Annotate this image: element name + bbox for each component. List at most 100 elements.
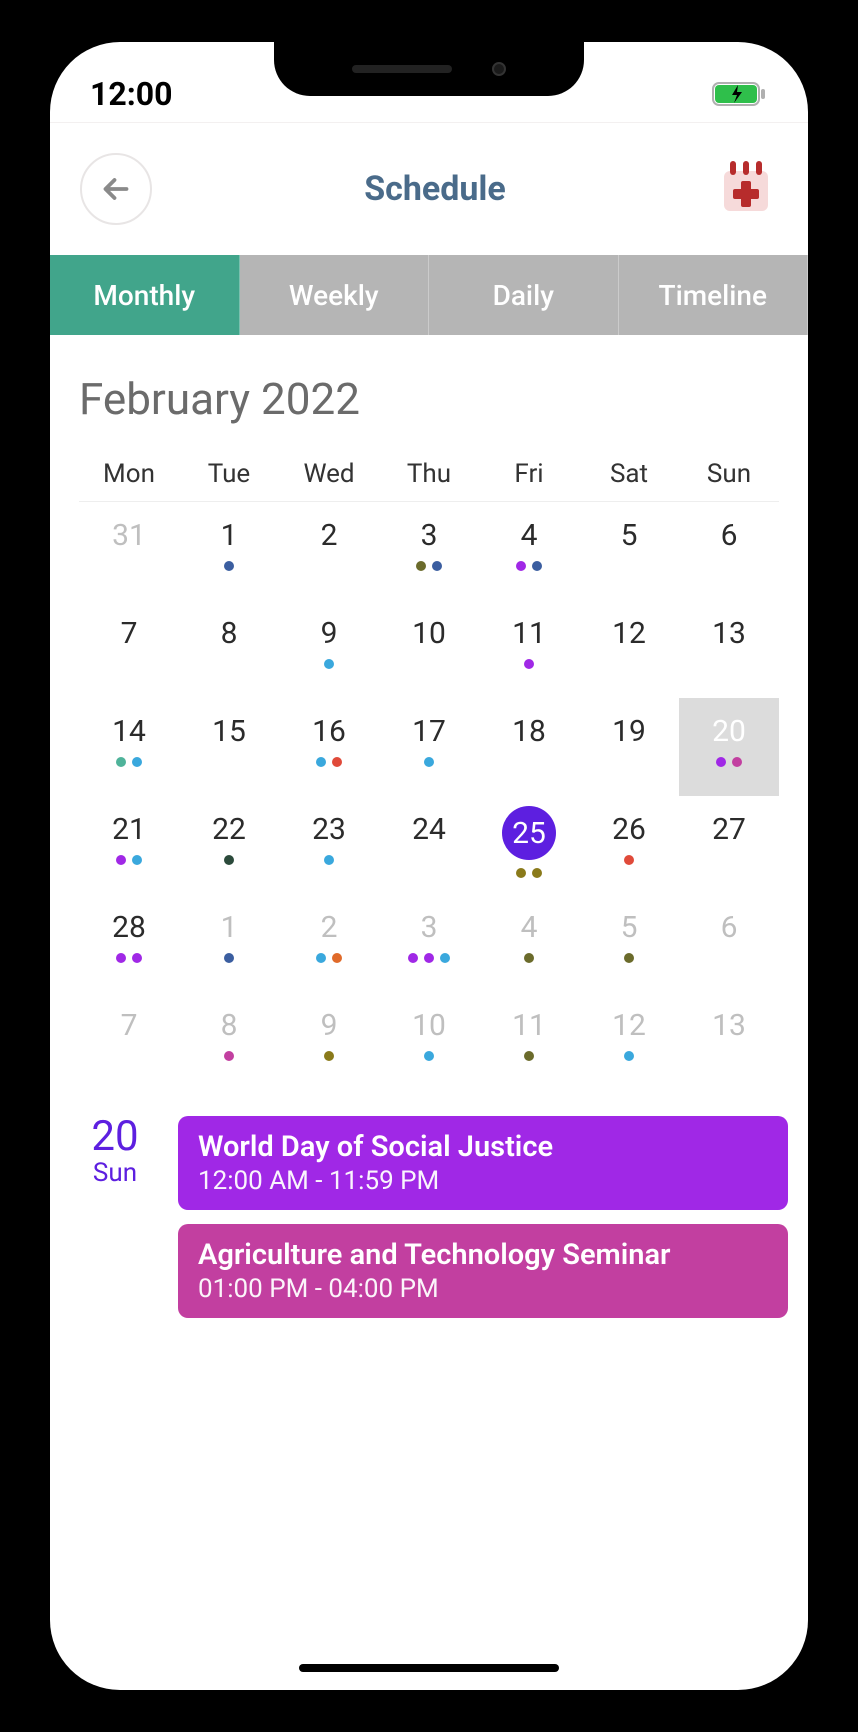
calendar-day[interactable]: 27 [679,796,779,894]
day-number: 13 [712,616,746,651]
back-button[interactable] [80,153,152,225]
calendar-day[interactable]: 2 [279,502,379,600]
event-dots [408,953,450,963]
calendar-day[interactable]: 25 [479,796,579,894]
day-number: 10 [412,616,446,651]
add-event-button[interactable] [718,159,778,219]
calendar-day[interactable]: 23 [279,796,379,894]
event-dots [716,757,742,767]
calendar-day[interactable]: 15 [179,698,279,796]
day-number: 3 [421,518,438,553]
event-dots [524,1051,534,1061]
calendar-day[interactable]: 12 [579,600,679,698]
calendar-day[interactable]: 31 [79,502,179,600]
calendar-day[interactable]: 3 [379,502,479,600]
calendar-day[interactable]: 10 [379,992,479,1090]
events-list: World Day of Social Justice12:00 AM - 11… [178,1116,788,1318]
calendar-day[interactable]: 4 [479,894,579,992]
calendar-day[interactable]: 5 [579,894,679,992]
calendar-day[interactable]: 6 [679,894,779,992]
event-dots [116,757,142,767]
event-dots [516,868,542,878]
calendar-day[interactable]: 6 [679,502,779,600]
day-number: 10 [412,1008,446,1043]
day-number: 16 [312,714,346,749]
event-dots [116,953,142,963]
calendar-day[interactable]: 18 [479,698,579,796]
day-number: 13 [712,1008,746,1043]
calendar-day[interactable]: 9 [279,992,379,1090]
event-time: 01:00 PM - 04:00 PM [198,1274,768,1304]
calendar-day[interactable]: 14 [79,698,179,796]
event-dot [132,953,142,963]
day-number: 1 [221,910,238,945]
calendar-day[interactable]: 11 [479,992,579,1090]
view-tabs: MonthlyWeeklyDaily Timeline [50,255,808,335]
day-number: 19 [612,714,646,749]
calendar-day[interactable]: 3 [379,894,479,992]
battery-charging-icon [712,80,768,108]
event-dots [624,855,634,865]
calendar-grid: 3112345678910111213141516171819202122232… [79,502,779,1090]
calendar-day[interactable]: 1 [179,502,279,600]
weekday-row: MonTueWedThuFriSatSun [79,459,779,502]
event-card[interactable]: Agriculture and Technology Seminar01:00 … [178,1224,788,1318]
calendar-day[interactable]: 8 [179,600,279,698]
event-dot [332,953,342,963]
weekday-label: Tue [179,459,279,489]
calendar-day[interactable]: 20 [679,698,779,796]
event-dots [316,953,342,963]
calendar-day[interactable]: 22 [179,796,279,894]
calendar-day[interactable]: 7 [79,992,179,1090]
day-number: 7 [121,616,138,651]
event-dots [524,659,534,669]
tab-monthly[interactable]: Monthly [50,255,240,335]
day-number: 24 [412,812,446,847]
tab-timeline[interactable]: Timeline [619,255,809,335]
event-card[interactable]: World Day of Social Justice12:00 AM - 11… [178,1116,788,1210]
calendar-day[interactable]: 19 [579,698,679,796]
event-dots [324,855,334,865]
calendar-day[interactable]: 12 [579,992,679,1090]
day-number: 8 [221,1008,238,1043]
weekday-label: Thu [379,459,479,489]
day-number: 2 [321,910,338,945]
calendar-day[interactable]: 4 [479,502,579,600]
event-dot [116,953,126,963]
tab-daily[interactable]: Daily [429,255,619,335]
weekday-label: Fri [479,459,579,489]
event-dot [132,757,142,767]
calendar-day[interactable]: 7 [79,600,179,698]
event-dot [532,868,542,878]
day-number: 9 [321,1008,338,1043]
day-number: 17 [412,714,446,749]
calendar-day[interactable]: 17 [379,698,479,796]
calendar-day[interactable]: 9 [279,600,379,698]
calendar-day[interactable]: 8 [179,992,279,1090]
tab-weekly[interactable]: Weekly [240,255,430,335]
day-number: 7 [121,1008,138,1043]
event-dot [516,561,526,571]
calendar-day[interactable]: 26 [579,796,679,894]
day-number: 2 [321,518,338,553]
calendar-day[interactable]: 16 [279,698,379,796]
calendar-plus-icon [718,159,774,215]
event-dot [440,953,450,963]
day-number: 3 [421,910,438,945]
front-camera [492,62,506,76]
calendar-day[interactable]: 13 [679,600,779,698]
event-dot [224,953,234,963]
day-number: 6 [721,518,738,553]
calendar-day[interactable]: 28 [79,894,179,992]
calendar-day[interactable]: 1 [179,894,279,992]
events-date-number: 20 [70,1116,160,1158]
calendar-day[interactable]: 11 [479,600,579,698]
calendar-day[interactable]: 10 [379,600,479,698]
calendar-day[interactable]: 13 [679,992,779,1090]
calendar-day[interactable]: 2 [279,894,379,992]
tab-label: Timeline [659,279,767,312]
home-indicator[interactable] [299,1664,559,1672]
calendar-day[interactable]: 24 [379,796,479,894]
calendar-day[interactable]: 21 [79,796,179,894]
calendar-day[interactable]: 5 [579,502,679,600]
